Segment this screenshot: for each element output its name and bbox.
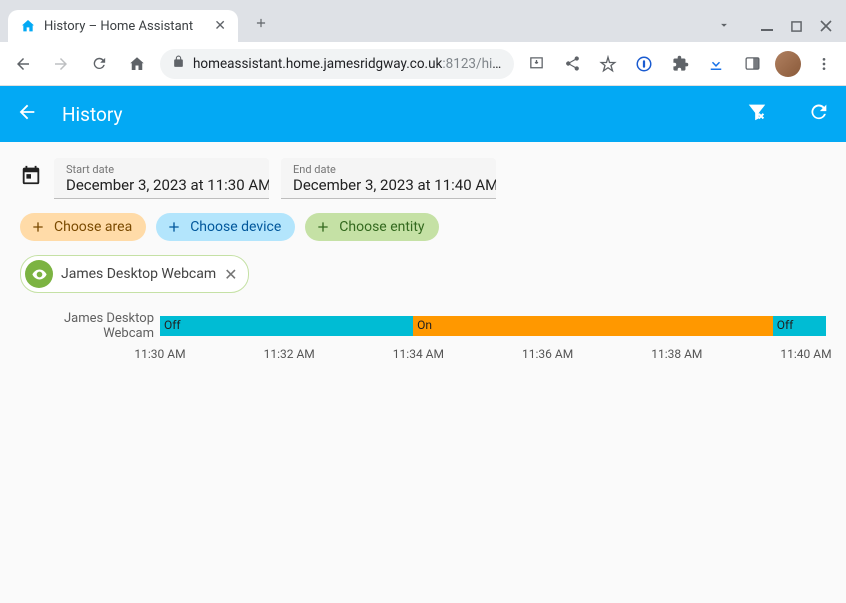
time-tick: 11:32 AM (264, 347, 315, 361)
extension-1password-icon[interactable] (630, 50, 658, 78)
extensions-icon[interactable] (666, 50, 694, 78)
omnibox[interactable]: homeassistant.home.jamesridgway.co.uk:81… (160, 49, 514, 79)
forward-button (46, 49, 76, 79)
selector-chips: Choose area Choose device Choose entity (20, 213, 826, 241)
tab-strip: History – Home Assistant ✕ (0, 0, 846, 42)
start-date-field[interactable]: Start date December 3, 2023 at 11:30 AM (54, 158, 269, 199)
choose-entity-chip[interactable]: Choose entity (305, 213, 438, 241)
chip-label: Choose device (190, 219, 281, 235)
time-tick: 11:38 AM (651, 347, 702, 361)
header-back-icon[interactable] (16, 101, 38, 127)
eye-icon (25, 260, 53, 288)
time-tick: 11:36 AM (522, 347, 573, 361)
sidepanel-icon[interactable] (738, 50, 766, 78)
timeline-row: James Desktop Webcam OffOnOff (20, 311, 826, 341)
close-tab-icon[interactable]: ✕ (214, 18, 226, 34)
entity-filter-chip[interactable]: James Desktop Webcam ✕ (20, 255, 249, 293)
time-tick: 11:30 AM (134, 347, 185, 361)
choose-device-chip[interactable]: Choose device (156, 213, 295, 241)
page-title: History (62, 103, 706, 126)
ha-favicon-icon (20, 18, 36, 34)
end-date-value: December 3, 2023 at 11:40 AM (293, 176, 484, 194)
browser-chrome: History – Home Assistant ✕ (0, 0, 846, 86)
start-date-value: December 3, 2023 at 11:30 AM (66, 176, 257, 194)
share-icon[interactable] (558, 50, 586, 78)
timeline-segment[interactable]: Off (160, 316, 413, 336)
date-range: Start date December 3, 2023 at 11:30 AM … (20, 158, 826, 199)
maximize-icon[interactable] (791, 17, 802, 36)
tab-title: History – Home Assistant (44, 19, 206, 34)
home-button[interactable] (122, 49, 152, 79)
url-host: homeassistant.home.jamesridgway.co.uk:81… (193, 56, 502, 72)
address-bar: homeassistant.home.jamesridgway.co.uk:81… (0, 42, 846, 86)
timeline-entity-label: James Desktop Webcam (20, 311, 154, 341)
lock-icon (172, 55, 185, 72)
install-app-icon[interactable] (522, 50, 550, 78)
header-refresh-icon[interactable] (808, 101, 830, 127)
time-axis: 11:30 AM11:32 AM11:34 AM11:36 AM11:38 AM… (160, 347, 826, 363)
start-date-label: Start date (66, 163, 257, 176)
remove-filter-icon[interactable]: ✕ (224, 265, 237, 284)
plus-icon (166, 219, 182, 235)
chip-label: Choose entity (339, 219, 424, 235)
time-tick: 11:34 AM (393, 347, 444, 361)
profile-avatar[interactable] (774, 50, 802, 78)
downloads-icon[interactable] (702, 50, 730, 78)
filter-clear-icon[interactable] (746, 101, 768, 127)
plus-icon (315, 219, 331, 235)
end-date-label: End date (293, 163, 484, 176)
reload-button[interactable] (84, 49, 114, 79)
calendar-icon (20, 164, 42, 190)
timeline-segment[interactable]: Off (773, 316, 826, 336)
time-tick: 11:40 AM (780, 347, 831, 361)
tabs-dropdown-icon[interactable] (717, 17, 731, 36)
window-controls (717, 17, 846, 42)
back-button[interactable] (8, 49, 38, 79)
chip-label: Choose area (54, 219, 132, 235)
choose-area-chip[interactable]: Choose area (20, 213, 146, 241)
bookmark-icon[interactable] (594, 50, 622, 78)
app-viewport: History Start date December 3, 2023 at 1… (0, 86, 846, 603)
timeline-segment[interactable]: On (413, 316, 773, 336)
browser-tab[interactable]: History – Home Assistant ✕ (8, 10, 238, 42)
timeline-bar[interactable]: OffOnOff (160, 316, 826, 336)
app-header: History (0, 86, 846, 142)
filter-chip-label: James Desktop Webcam (61, 266, 216, 282)
close-window-icon[interactable] (820, 17, 832, 36)
plus-icon (30, 219, 46, 235)
minimize-icon[interactable] (761, 17, 773, 36)
new-tab-button[interactable] (248, 10, 274, 36)
content: Start date December 3, 2023 at 11:30 AM … (0, 142, 846, 379)
kebab-icon[interactable] (810, 50, 838, 78)
end-date-field[interactable]: End date December 3, 2023 at 11:40 AM (281, 158, 496, 199)
